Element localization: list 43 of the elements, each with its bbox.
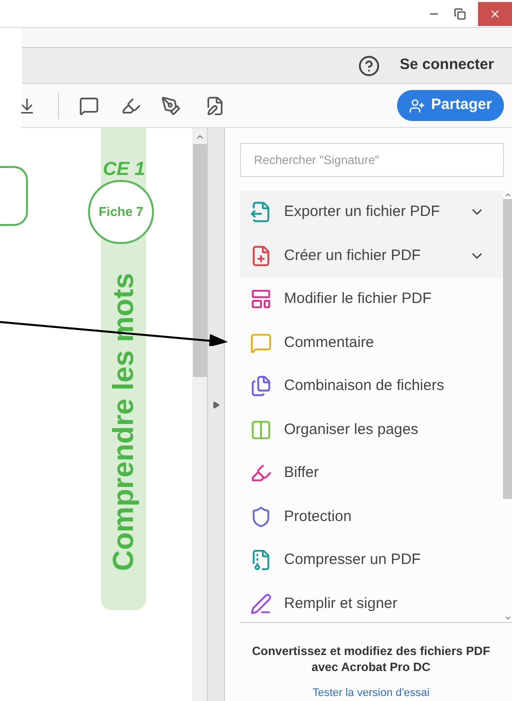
highlighter-icon[interactable] (121, 96, 141, 116)
compress-icon (250, 549, 272, 572)
badge: Fiche 7 (88, 180, 154, 244)
comment-icon[interactable] (79, 96, 99, 116)
close-button[interactable] (478, 2, 512, 26)
expand-arrow-icon[interactable] (212, 400, 220, 408)
files-icon (250, 375, 272, 398)
comment-icon (250, 332, 272, 354)
file-plus-icon (250, 244, 272, 267)
search-field[interactable]: Rechercher "Signature" (240, 143, 504, 177)
tool-item[interactable]: Organiser les pages (240, 408, 503, 452)
panel-toggle[interactable] (207, 128, 225, 701)
layout-icon (250, 288, 272, 310)
pen-icon[interactable] (161, 96, 181, 116)
tool-item[interactable]: Biffer (240, 452, 503, 496)
tool-item[interactable]: Exporter un fichier PDF (240, 190, 503, 234)
tool-item[interactable]: Remplir et signer (240, 582, 503, 622)
download-icon[interactable] (18, 96, 36, 114)
restore-icon[interactable] (454, 8, 466, 20)
tool-item[interactable]: Protection (240, 495, 503, 539)
tool-item[interactable]: Combinaison de fichiers (240, 364, 503, 408)
tool-item[interactable]: Commentaire (240, 321, 503, 365)
scroll-thumb[interactable] (192, 144, 206, 377)
highlighter-icon (250, 462, 272, 484)
sign-in-link[interactable]: Se connecter (400, 54, 494, 77)
edit-document-icon[interactable] (205, 96, 225, 116)
help-icon[interactable] (358, 54, 380, 76)
tool-item[interactable]: Modifier le fichier PDF (240, 278, 503, 322)
scrollbar[interactable] (192, 128, 207, 701)
file-export-icon (250, 201, 272, 224)
pages-icon (250, 418, 272, 441)
pen-icon (250, 592, 272, 615)
tool-item[interactable]: Compresser un PDF (240, 538, 503, 582)
scroll-thumb[interactable] (503, 198, 512, 499)
grade-label: CE 1 (102, 158, 146, 182)
promo-text: Convertissez et modifiez des fichiers PDF avec Acrobat Pro DC (250, 642, 492, 674)
close-icon (489, 8, 501, 20)
share-button[interactable]: Partager (397, 90, 504, 121)
shield-icon (250, 506, 272, 528)
trial-link[interactable]: Tester la version d'essai (240, 684, 512, 701)
vertical-title: Comprendre les mots (106, 272, 140, 574)
add-user-icon (409, 98, 426, 114)
tool-item[interactable]: Créer un fichier PDF (240, 234, 503, 278)
